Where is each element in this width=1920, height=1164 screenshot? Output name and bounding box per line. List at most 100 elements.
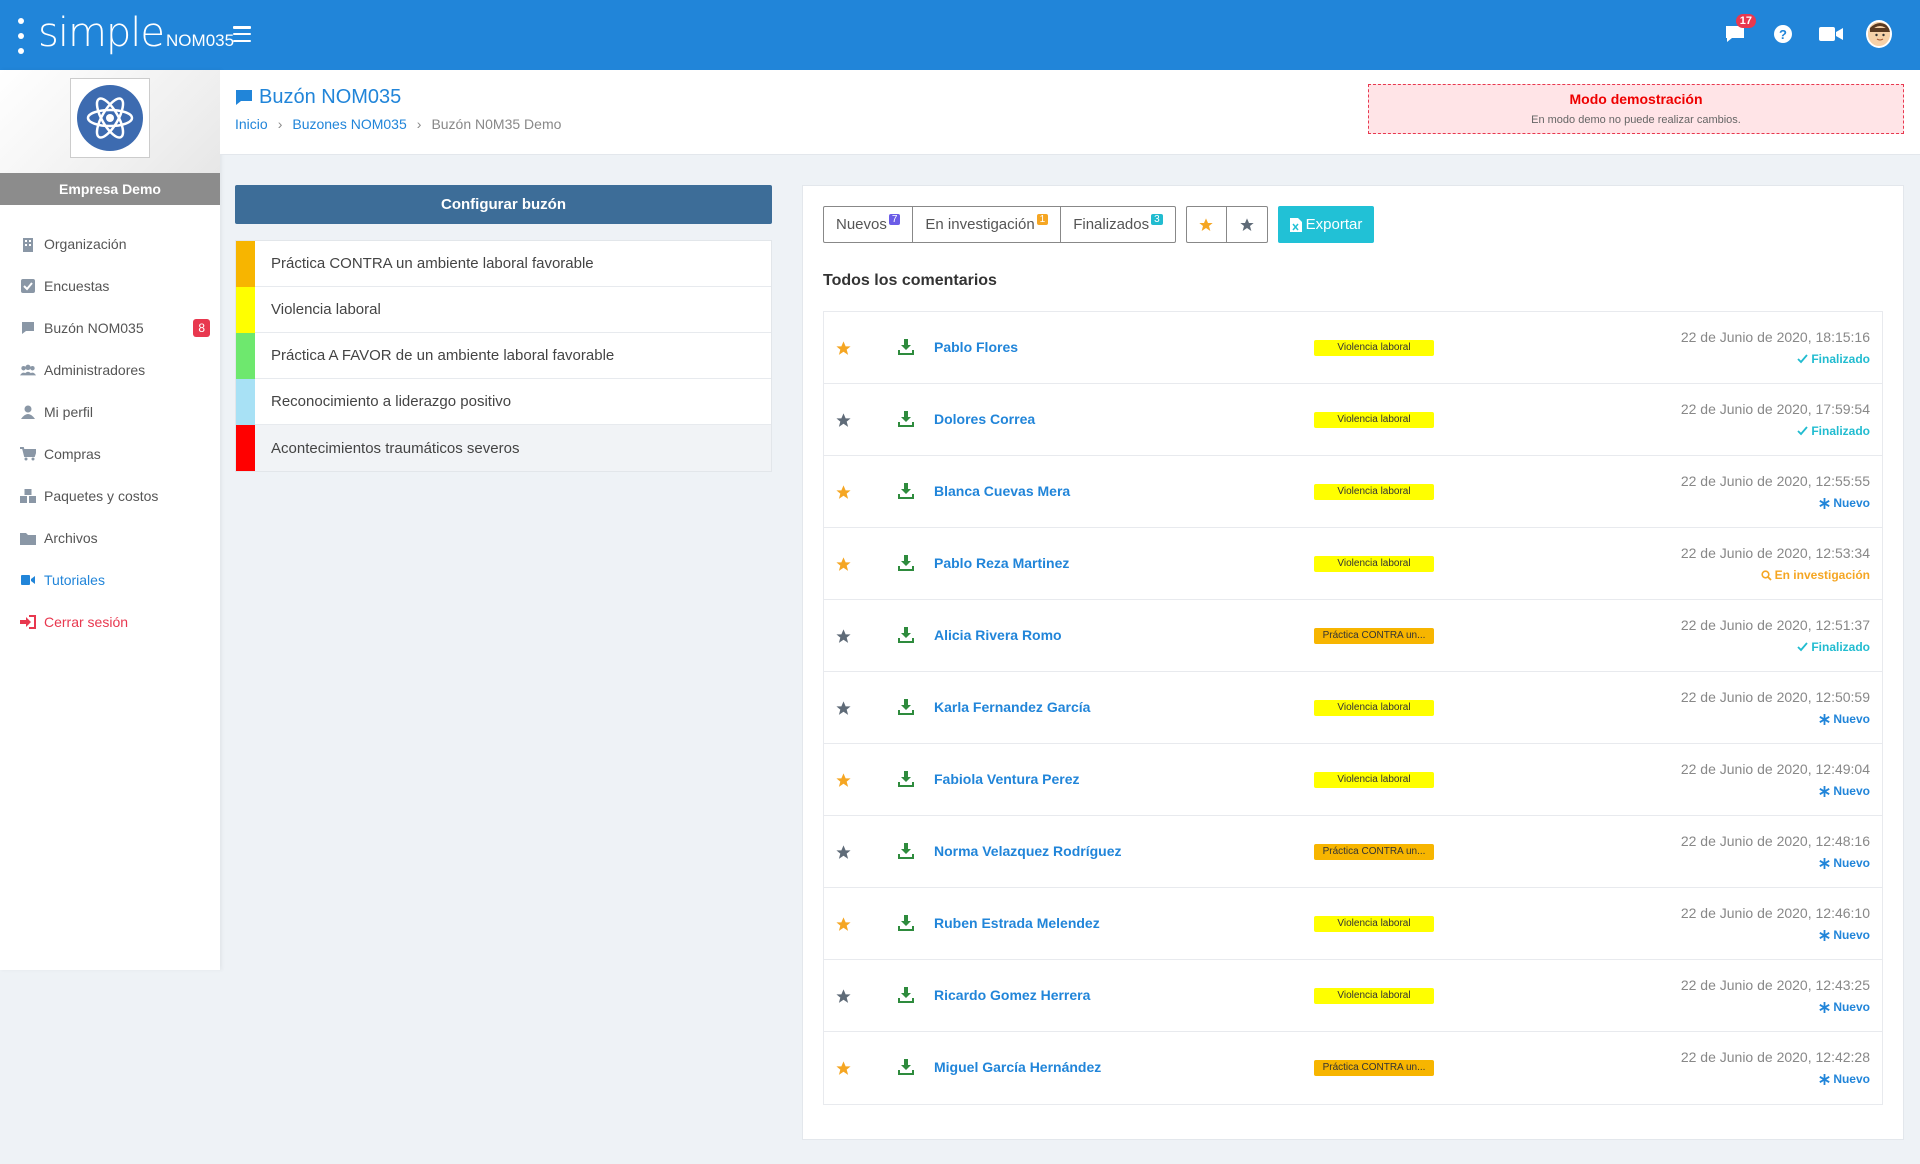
comment-row[interactable]: Dolores Correa Violencia laboral 22 de J…	[824, 384, 1882, 456]
download-icon[interactable]	[898, 555, 914, 576]
user-menu-button[interactable]	[1866, 16, 1892, 52]
filter-nuevos-button[interactable]: Nuevos 7	[824, 207, 914, 242]
comment-row[interactable]: Alicia Rivera Romo Práctica CONTRA un...…	[824, 600, 1882, 672]
sidebar-item-encuestas[interactable]: Encuestas	[0, 265, 220, 307]
download-icon[interactable]	[898, 771, 914, 792]
favorite-star-icon[interactable]	[835, 1060, 852, 1082]
download-icon[interactable]	[898, 843, 914, 864]
sidebar-item-administradores[interactable]: Administradores	[0, 349, 220, 391]
sidebar-item-archivos[interactable]: Archivos	[0, 517, 220, 559]
status-label: Nuevo	[1819, 1000, 1870, 1014]
category-tag: Violencia laboral	[1314, 772, 1434, 788]
comment-row[interactable]: Karla Fernandez García Violencia laboral…	[824, 672, 1882, 744]
comment-row[interactable]: Fabiola Ventura Perez Violencia laboral …	[824, 744, 1882, 816]
asterisk-icon	[1819, 785, 1830, 797]
status-text: Finalizado	[1811, 352, 1870, 366]
sidebar-item-tutoriales[interactable]: Tutoriales	[0, 559, 220, 601]
sidebar-item-label: Mi perfil	[44, 404, 94, 420]
filter-investigacion-button[interactable]: En investigación 1	[913, 207, 1062, 242]
filter-unstarred-button[interactable]	[1227, 207, 1267, 242]
comment-author-link[interactable]: Pablo Reza Martinez	[934, 555, 1069, 571]
breadcrumb-buzones[interactable]: Buzones NOM035	[292, 116, 406, 132]
page-title-text: Buzón NOM035	[259, 86, 402, 108]
status-text: Nuevo	[1833, 856, 1870, 870]
download-icon[interactable]	[898, 483, 914, 504]
svg-text:?: ?	[1779, 27, 1787, 42]
comment-author-link[interactable]: Fabiola Ventura Perez	[934, 771, 1080, 787]
status-filter-group: Nuevos 7 En investigación 1 Finalizados 3	[823, 206, 1176, 243]
asterisk-icon	[1819, 929, 1830, 941]
comment-row[interactable]: Blanca Cuevas Mera Violencia laboral 22 …	[824, 456, 1882, 528]
comment-row[interactable]: Ruben Estrada Melendez Violencia laboral…	[824, 888, 1882, 960]
sidebar: Empresa Demo Organización Encuestas Buzó…	[0, 70, 220, 970]
count-badge: 1	[1036, 214, 1049, 225]
comment-row[interactable]: Ricardo Gomez Herrera Violencia laboral …	[824, 960, 1882, 1032]
configure-mailbox-button[interactable]: Configurar buzón	[235, 185, 772, 224]
favorite-star-icon[interactable]	[835, 844, 852, 866]
filter-starred-button[interactable]	[1187, 207, 1227, 242]
comment-row[interactable]: Pablo Reza Martinez Violencia laboral 22…	[824, 528, 1882, 600]
help-button[interactable]: ?	[1770, 16, 1796, 52]
download-icon[interactable]	[898, 411, 914, 432]
status-text: Nuevo	[1833, 1000, 1870, 1014]
category-tag: Práctica CONTRA un...	[1314, 844, 1434, 860]
category-label: Práctica CONTRA un ambiente laboral favo…	[271, 255, 594, 272]
category-color-swatch	[236, 240, 255, 287]
favorite-star-icon[interactable]	[835, 628, 852, 650]
category-item[interactable]: Práctica A FAVOR de un ambiente laboral …	[236, 332, 771, 379]
app-logo[interactable]: simple NOM035	[38, 10, 234, 56]
favorite-star-icon[interactable]	[835, 988, 852, 1010]
comment-author-link[interactable]: Ricardo Gomez Herrera	[934, 987, 1090, 1003]
download-icon[interactable]	[898, 627, 914, 648]
top-navbar: simple NOM035 17 ?	[0, 0, 1920, 70]
video-icon	[20, 572, 36, 588]
category-item[interactable]: Violencia laboral	[236, 286, 771, 333]
comment-author-link[interactable]: Dolores Correa	[934, 411, 1035, 427]
favorite-star-icon[interactable]	[835, 484, 852, 506]
export-button[interactable]: Exportar	[1277, 206, 1375, 243]
dots-menu-icon[interactable]	[18, 18, 24, 54]
favorite-star-icon[interactable]	[835, 772, 852, 794]
sidebar-item-organizacion[interactable]: Organización	[0, 223, 220, 265]
category-tag: Práctica CONTRA un...	[1314, 628, 1434, 644]
comment-author-link[interactable]: Blanca Cuevas Mera	[934, 483, 1070, 499]
sidebar-item-buzon[interactable]: Buzón NOM035 8	[0, 307, 220, 349]
comment-author-link[interactable]: Pablo Flores	[934, 339, 1018, 355]
category-item[interactable]: Acontecimientos traumáticos severos	[236, 425, 771, 471]
comment-author-link[interactable]: Norma Velazquez Rodríguez	[934, 843, 1121, 859]
favorite-star-icon[interactable]	[835, 916, 852, 938]
download-icon[interactable]	[898, 915, 914, 936]
comment-row[interactable]: Pablo Flores Violencia laboral 22 de Jun…	[824, 312, 1882, 384]
category-item[interactable]: Reconocimiento a liderazgo positivo	[236, 378, 771, 425]
download-icon[interactable]	[898, 1059, 914, 1080]
filter-finalizados-button[interactable]: Finalizados 3	[1061, 207, 1174, 242]
sidebar-item-paquetes[interactable]: Paquetes y costos	[0, 475, 220, 517]
count-badge: 3	[1151, 214, 1163, 225]
favorite-star-icon[interactable]	[835, 412, 852, 434]
favorite-star-icon[interactable]	[835, 340, 852, 362]
comment-author-link[interactable]: Alicia Rivera Romo	[934, 627, 1062, 643]
category-item[interactable]: Práctica CONTRA un ambiente laboral favo…	[236, 240, 771, 287]
category-label: Acontecimientos traumáticos severos	[271, 439, 520, 457]
comment-author-link[interactable]: Miguel García Hernández	[934, 1059, 1101, 1075]
download-icon[interactable]	[898, 339, 914, 360]
favorite-star-icon[interactable]	[835, 700, 852, 722]
asterisk-icon	[1819, 713, 1830, 725]
comment-author-link[interactable]: Ruben Estrada Melendez	[934, 915, 1100, 931]
atom-icon	[77, 85, 143, 151]
favorite-star-icon[interactable]	[835, 556, 852, 578]
sidebar-item-compras[interactable]: Compras	[0, 433, 220, 475]
breadcrumb-inicio[interactable]: Inicio	[235, 116, 268, 132]
messages-button[interactable]: 17	[1722, 14, 1756, 52]
sidebar-item-label: Archivos	[44, 530, 98, 546]
hamburger-menu-icon[interactable]	[233, 26, 251, 42]
comment-row[interactable]: Norma Velazquez Rodríguez Práctica CONTR…	[824, 816, 1882, 888]
status-text: Nuevo	[1833, 496, 1870, 510]
sidebar-item-mi-perfil[interactable]: Mi perfil	[0, 391, 220, 433]
download-icon[interactable]	[898, 987, 914, 1008]
comment-author-link[interactable]: Karla Fernandez García	[934, 699, 1090, 715]
video-button[interactable]	[1818, 16, 1844, 52]
comment-row[interactable]: Miguel García Hernández Práctica CONTRA …	[824, 1032, 1882, 1104]
sidebar-item-cerrar-sesion[interactable]: Cerrar sesión	[0, 601, 220, 643]
download-icon[interactable]	[898, 699, 914, 720]
